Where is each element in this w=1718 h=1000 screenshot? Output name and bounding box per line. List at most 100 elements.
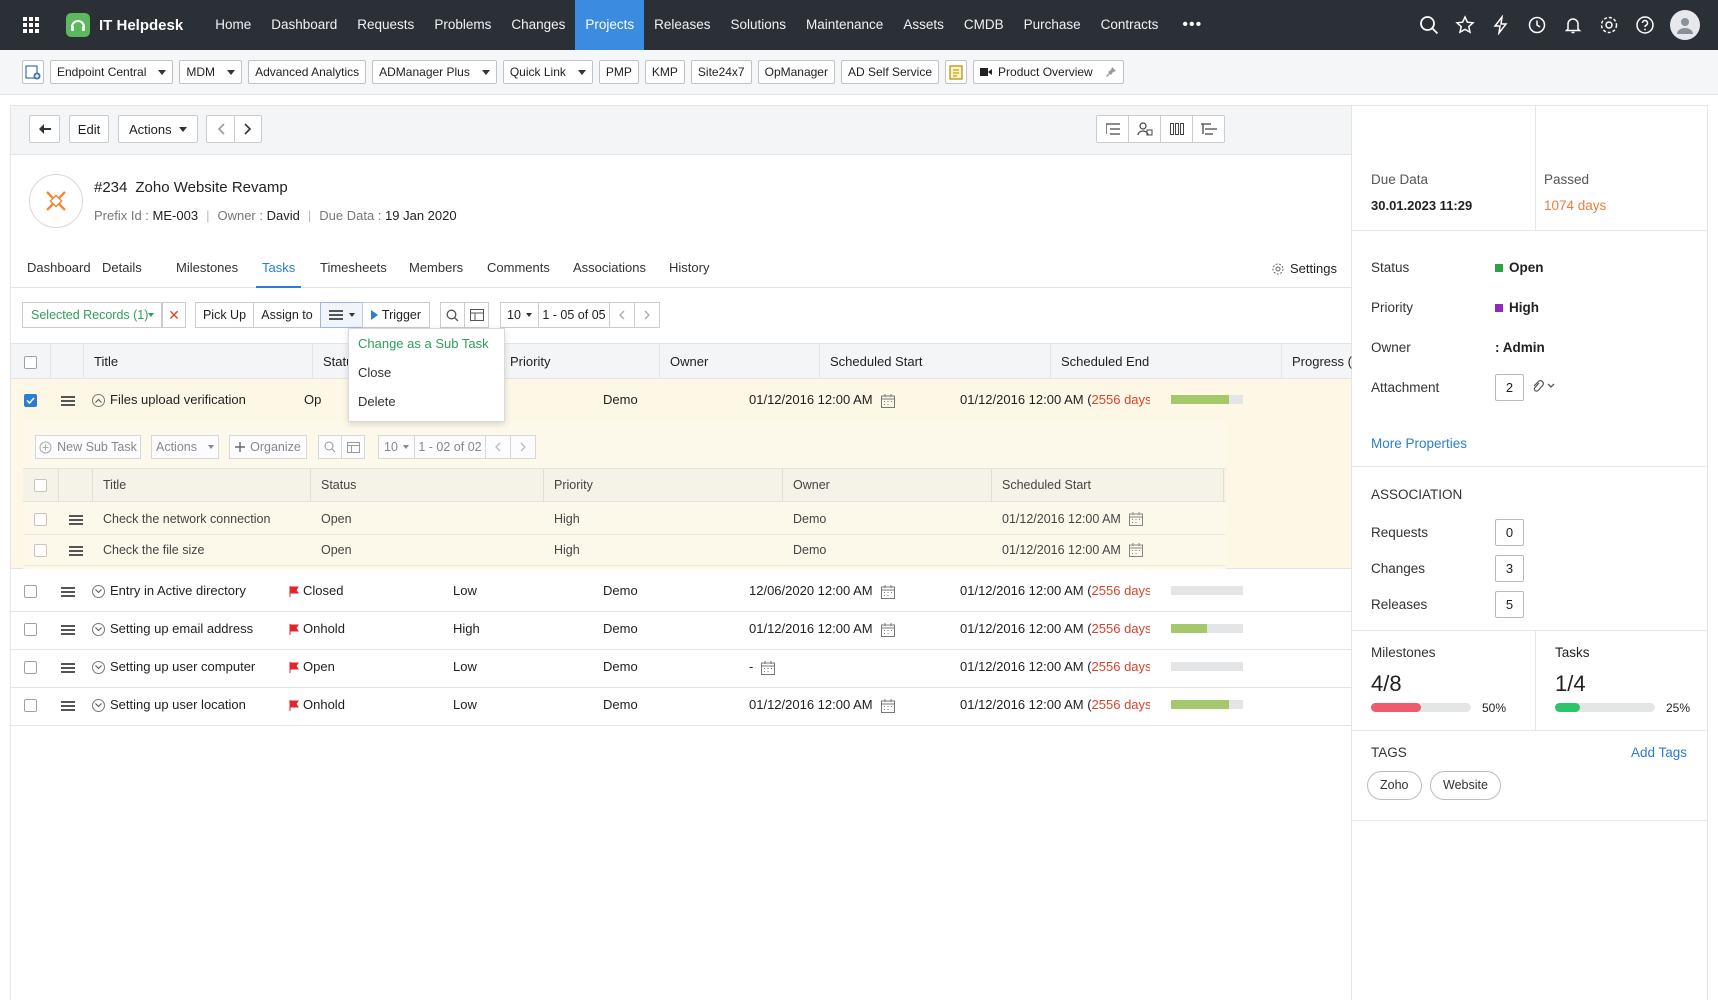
user-avatar-icon[interactable]	[1670, 10, 1700, 40]
task-title[interactable]: Setting up user computer	[92, 646, 255, 687]
caret-down-icon[interactable]	[227, 69, 236, 75]
tab-dashboard[interactable]: Dashboard	[27, 253, 91, 288]
table-settings-icon[interactable]	[341, 435, 365, 459]
nav-link-home[interactable]: Home	[205, 0, 261, 50]
subtask-actions-dropdown[interactable]: Actions	[151, 435, 219, 459]
subtask-title[interactable]: Check the network connection	[103, 503, 270, 535]
trigger-button[interactable]: Trigger	[362, 302, 430, 328]
list-view-icon[interactable]	[1096, 115, 1129, 143]
calendar-icon[interactable]	[880, 622, 895, 637]
row-menu-icon[interactable]	[61, 684, 75, 725]
subtask-row[interactable]: Check the file size Open High Demo 01/12/201…	[23, 534, 1226, 566]
row-menu-icon[interactable]	[61, 379, 75, 420]
next-record-button[interactable]	[234, 115, 262, 143]
subtask-column-priority[interactable]: Priority	[544, 469, 783, 502]
subtask-checkbox[interactable]	[34, 534, 47, 566]
calendar-icon[interactable]	[880, 393, 895, 408]
quick-link-site24x7[interactable]: Site24x7	[690, 60, 752, 84]
nav-link-contracts[interactable]: Contracts	[1091, 0, 1169, 50]
more-actions-menu-button[interactable]	[320, 302, 363, 328]
nav-link-dashboard[interactable]: Dashboard	[261, 0, 347, 50]
next-page-button[interactable]	[510, 435, 536, 459]
tab-details[interactable]: Details	[102, 253, 142, 288]
column-priority[interactable]: Priority	[500, 344, 660, 379]
more-properties-link[interactable]: More Properties	[1371, 436, 1467, 451]
tab-milestones[interactable]: Milestones	[176, 253, 238, 288]
quick-link-opmanager[interactable]: OpManager	[757, 60, 835, 84]
attachment-count[interactable]: 2	[1495, 374, 1524, 401]
tab-comments[interactable]: Comments	[487, 253, 550, 288]
subtask-checkbox[interactable]	[34, 503, 47, 535]
settings-button[interactable]: Settings	[1272, 253, 1337, 285]
pick-up-button[interactable]: Pick Up	[195, 302, 254, 328]
nav-link-changes[interactable]: Changes	[501, 0, 575, 50]
help-icon[interactable]	[1634, 14, 1656, 36]
calendar-icon[interactable]	[1129, 512, 1143, 526]
selected-records-dropdown[interactable]: Selected Records (1)	[22, 302, 162, 328]
changes-count[interactable]: 3	[1495, 555, 1524, 582]
task-title[interactable]: Setting up email address	[92, 608, 253, 649]
product-overview-button[interactable]: Product Overview	[973, 60, 1124, 84]
quick-link-mdm[interactable]: MDM	[179, 60, 243, 84]
column-scheduled-start[interactable]: Scheduled Start	[820, 344, 1051, 379]
history-icon[interactable]	[1526, 14, 1548, 36]
task-title[interactable]: Entry in Active directory	[92, 570, 246, 611]
task-title[interactable]: Files upload verification	[92, 379, 246, 420]
tag-website[interactable]: Website	[1430, 771, 1501, 800]
calendar-icon[interactable]	[880, 698, 895, 713]
row-menu-icon[interactable]	[69, 534, 83, 566]
notes-icon[interactable]	[945, 60, 968, 84]
quick-link-pmp[interactable]: PMP	[598, 60, 639, 84]
nav-link-releases[interactable]: Releases	[644, 0, 720, 50]
nav-link-problems[interactable]: Problems	[424, 0, 501, 50]
nav-link-cmdb[interactable]: CMDB	[954, 0, 1014, 50]
previous-record-button[interactable]	[206, 115, 234, 143]
tab-members[interactable]: Members	[409, 253, 463, 288]
expand-icon[interactable]	[92, 661, 105, 675]
caret-down-icon[interactable]	[577, 69, 586, 75]
expand-icon[interactable]	[92, 585, 105, 599]
row-menu-icon[interactable]	[61, 608, 75, 649]
subtask-row[interactable]: Check the network connection Open High Demo…	[23, 503, 1226, 535]
table-row[interactable]: Setting up user location Onhold Low Demo 01/…	[11, 684, 1351, 726]
subtask-column-scheduled-start[interactable]: Scheduled Start	[992, 469, 1224, 502]
nav-link-maintenance[interactable]: Maintenance	[796, 0, 893, 50]
releases-count[interactable]: 5	[1495, 591, 1524, 618]
subtask-column-status[interactable]: Status	[311, 469, 544, 502]
table-settings-icon[interactable]	[464, 302, 489, 328]
subtask-page-size-dropdown[interactable]: 10	[378, 435, 415, 459]
previous-page-button[interactable]	[609, 302, 635, 328]
column-scheduled-end[interactable]: Scheduled End	[1051, 344, 1282, 379]
calendar-icon[interactable]	[880, 584, 895, 599]
gear-icon[interactable]	[1598, 14, 1620, 36]
menu-item-delete[interactable]: Delete	[349, 387, 504, 416]
menu-item-change-as-a-sub-task[interactable]: Change as a Sub Task	[349, 329, 504, 358]
subtask-column-title[interactable]: Title	[93, 469, 311, 502]
column-owner[interactable]: Owner	[660, 344, 820, 379]
search-icon[interactable]	[440, 302, 465, 328]
column-progress[interactable]: Progress (%	[1282, 344, 1353, 379]
requests-count[interactable]: 0	[1495, 519, 1524, 546]
row-menu-icon[interactable]	[61, 646, 75, 687]
pin-icon[interactable]	[1105, 66, 1117, 78]
menu-item-close[interactable]: Close	[349, 358, 504, 387]
row-checkbox[interactable]	[24, 684, 37, 725]
quick-link-ad-self-service[interactable]: AD Self Service	[840, 60, 940, 84]
expand-icon[interactable]	[92, 699, 105, 713]
caret-down-icon[interactable]	[158, 69, 167, 75]
expand-icon[interactable]	[92, 623, 105, 637]
nav-link-assets[interactable]: Assets	[893, 0, 954, 50]
quick-link-quick-link[interactable]: Quick Link	[502, 60, 593, 84]
back-button[interactable]	[29, 115, 60, 143]
row-checkbox[interactable]	[24, 379, 37, 420]
next-page-button[interactable]	[634, 302, 660, 328]
nav-link-solutions[interactable]: Solutions	[720, 0, 796, 50]
row-checkbox[interactable]	[24, 570, 37, 611]
search-icon[interactable]	[318, 435, 342, 459]
paperclip-icon[interactable]	[1532, 380, 1556, 392]
edit-button[interactable]: Edit	[69, 115, 109, 143]
calendar-icon[interactable]	[1129, 543, 1143, 557]
task-title[interactable]: Setting up user location	[92, 684, 246, 725]
select-all-checkbox[interactable]	[11, 344, 51, 379]
calendar-icon[interactable]	[761, 660, 776, 675]
